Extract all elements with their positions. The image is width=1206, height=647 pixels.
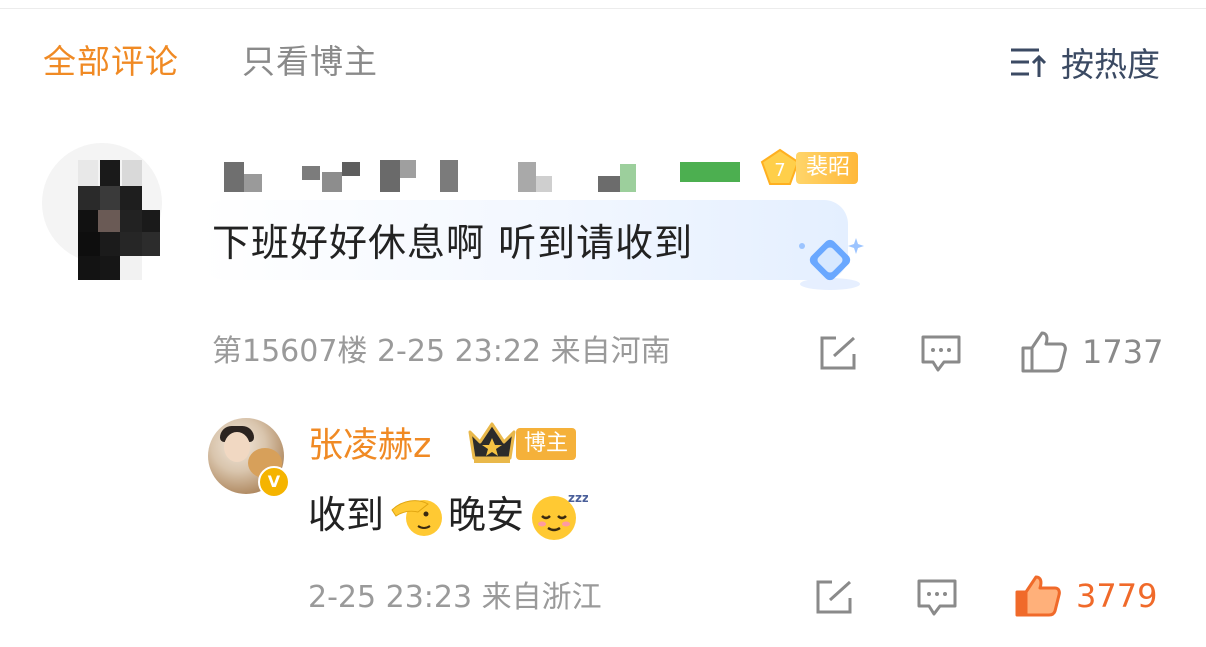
- reply-share-button[interactable]: [814, 578, 856, 616]
- top-divider: [0, 8, 1206, 9]
- comment-like-count: 1737: [1082, 333, 1164, 371]
- svg-text:zzz: zzz: [568, 491, 588, 505]
- reply-text[interactable]: 收到 晚安 zzz: [308, 488, 592, 542]
- verified-badge-icon: V: [258, 466, 290, 498]
- blogger-badge: 博主: [516, 428, 577, 460]
- comment-text[interactable]: 下班好好休息啊 听到请收到: [212, 218, 693, 268]
- comment-share-button[interactable]: [818, 334, 860, 372]
- share-icon: [820, 336, 856, 370]
- reply-author-name[interactable]: 张凌赫z: [308, 424, 431, 468]
- commenter-name-blurred[interactable]: [218, 158, 748, 194]
- reply-like-count: 3779: [1076, 577, 1158, 615]
- reply-like-button[interactable]: 3779: [1014, 574, 1157, 618]
- svg-text:7: 7: [774, 160, 785, 181]
- thumbs-up-icon: [1021, 331, 1067, 373]
- avatar-mosaic: [78, 160, 160, 280]
- comment-icon: [917, 579, 957, 616]
- sort-by-heat-button[interactable]: 按热度: [1009, 40, 1160, 84]
- diamond-decoration-icon: [799, 238, 864, 290]
- salute-emoji-icon: [391, 500, 443, 536]
- sleepy-emoji-icon: zzz: [532, 491, 588, 540]
- comment-meta: 第15607楼 2-25 23:22 来自河南: [212, 334, 671, 369]
- tab-blogger-only[interactable]: 只看博主: [242, 40, 378, 84]
- comment-reply-button[interactable]: [920, 334, 962, 374]
- fan-badge[interactable]: 7 裴昭: [758, 148, 859, 188]
- reply-meta: 2-25 23:23 来自浙江: [308, 580, 602, 615]
- share-icon: [816, 580, 852, 614]
- comment-icon: [921, 335, 961, 372]
- crown-icon: [468, 422, 516, 463]
- comment-like-button[interactable]: 1737: [1020, 330, 1163, 374]
- fan-badge-label: 裴昭: [796, 152, 859, 184]
- sort-label: 按热度: [1061, 45, 1160, 84]
- reply-comment-button[interactable]: [916, 578, 958, 618]
- sort-icon: [1011, 48, 1047, 77]
- tab-all-comments[interactable]: 全部评论: [43, 40, 179, 84]
- reply-text-part2: 晚安: [448, 493, 525, 537]
- thumbs-up-liked-icon: [1015, 575, 1061, 617]
- reply-text-part1: 收到: [308, 493, 385, 537]
